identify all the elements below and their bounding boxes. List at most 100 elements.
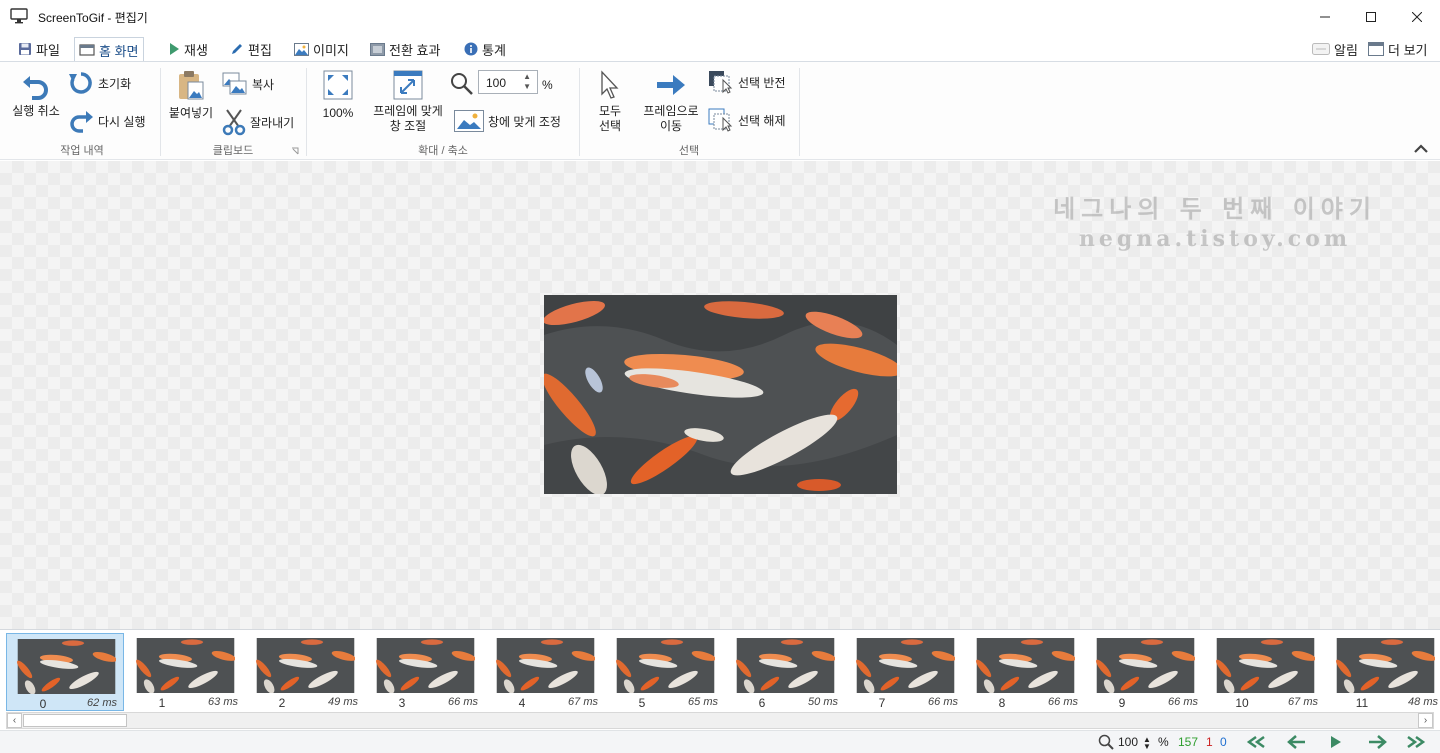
frame-delay: 67 ms <box>1288 696 1318 708</box>
more-button[interactable]: 더 보기 <box>1364 37 1432 61</box>
goto-frame-label-2: 이동 <box>659 119 683 133</box>
frame-item[interactable]: 6 50 ms <box>726 633 844 711</box>
frame-item[interactable]: 5 65 ms <box>606 633 724 711</box>
cursor-icon <box>601 70 619 99</box>
monitor-icon <box>10 8 28 24</box>
frame-item[interactable]: 10 67 ms <box>1206 633 1324 711</box>
reset-icon <box>69 72 92 94</box>
frame-item[interactable]: 7 66 ms <box>846 633 964 711</box>
tab-image[interactable]: 이미지 <box>290 37 353 61</box>
frame-thumbnail-image <box>256 638 355 693</box>
tab-play[interactable]: 재생 <box>164 37 212 61</box>
fit-window-label: 창에 맞게 조정 <box>488 114 561 129</box>
first-frame-icon[interactable] <box>1245 735 1267 749</box>
frame-item[interactable]: 2 49 ms <box>246 633 364 711</box>
frame-delay: 63 ms <box>208 696 238 708</box>
frame-item[interactable]: 0 62 ms <box>6 633 124 711</box>
frame-thumbnail <box>1096 638 1195 693</box>
frame-item[interactable]: 1 63 ms <box>126 633 244 711</box>
selected-count: 1 <box>1206 735 1213 749</box>
frame-item[interactable]: 3 66 ms <box>366 633 484 711</box>
tab-statistics[interactable]: 통계 <box>460 37 510 61</box>
reset-button[interactable]: 초기화 <box>68 70 131 96</box>
tab-file[interactable]: 파일 <box>14 37 64 61</box>
reset-label: 초기화 <box>98 76 132 91</box>
frame-thumbnail-image <box>1096 638 1195 693</box>
fit-image-icon <box>454 110 484 132</box>
frame-delay: 50 ms <box>808 696 838 708</box>
tab-image-label: 이미지 <box>313 42 349 58</box>
frame-delay: 62 ms <box>87 697 117 709</box>
undo-button[interactable]: 실행 취소 <box>6 70 66 119</box>
copy-button[interactable]: 복사 <box>222 72 274 96</box>
status-zoom-spinner[interactable]: ▲ ▼ <box>1143 736 1151 751</box>
select-all-button[interactable]: 모두 선택 <box>588 70 632 134</box>
goto-frame-button[interactable]: 프레임으로 이동 <box>636 70 706 134</box>
frame-delay: 66 ms <box>1168 696 1198 708</box>
frame-thumbnail-image <box>736 638 835 693</box>
zoom-spinner[interactable]: ▲ ▼ <box>523 72 531 92</box>
frame-thumbnail-image <box>136 638 235 693</box>
collapse-ribbon-icon[interactable] <box>1413 142 1429 154</box>
last-frame-icon[interactable] <box>1405 735 1427 749</box>
invert-selection-icon <box>709 71 733 94</box>
frame-thumbnail-image <box>1216 638 1315 693</box>
tab-edit[interactable]: 편집 <box>226 37 276 61</box>
frame-thumbnail <box>1336 638 1435 693</box>
tab-transitions[interactable]: 전환 효과 <box>366 37 444 61</box>
scroll-right-button[interactable]: › <box>1418 713 1433 728</box>
frame-thumbnail-image <box>376 638 475 693</box>
more-label: 더 보기 <box>1388 42 1428 58</box>
transition-icon <box>370 42 385 56</box>
pencil-icon <box>232 44 242 54</box>
notifications-button[interactable]: 알림 <box>1308 37 1362 61</box>
paste-button[interactable]: 붙여넣기 <box>163 70 219 121</box>
frame-thumbnail-image <box>976 638 1075 693</box>
frame-index: 3 <box>398 696 406 710</box>
minimize-button[interactable] <box>1302 0 1348 33</box>
invert-selection-button[interactable]: 선택 반전 <box>708 70 786 94</box>
frame-delay: 48 ms <box>1408 696 1438 708</box>
frame-thumbnail-image <box>17 639 116 694</box>
next-frame-icon[interactable] <box>1367 735 1387 749</box>
scroll-left-button[interactable]: ‹ <box>7 713 22 728</box>
frame-thumbnail <box>376 638 475 693</box>
arrow-right-icon <box>657 75 685 95</box>
previous-frame-icon[interactable] <box>1287 735 1307 749</box>
chevron-right-icon: › <box>1423 715 1428 726</box>
frame-list-scrollbar[interactable]: ‹ › <box>6 712 1434 729</box>
watermark-line-1: 네그나의 두 번째 이야기 <box>1053 194 1377 223</box>
zoom-100-button[interactable]: 100% <box>316 70 360 121</box>
deselect-button[interactable]: 선택 해제 <box>708 108 786 132</box>
status-zoom-value[interactable]: 100 <box>1118 735 1138 749</box>
fit-frame-button[interactable]: 프레임에 맞게 창 조절 <box>364 70 452 134</box>
home-icon <box>79 44 95 56</box>
scrollbar-thumb[interactable] <box>23 714 127 727</box>
deselect-icon <box>708 108 733 132</box>
cut-label: 잘라내기 <box>250 115 295 130</box>
redo-button[interactable]: 다시 실행 <box>68 108 146 134</box>
frame-item[interactable]: 8 66 ms <box>966 633 1084 711</box>
frame-index: 2 <box>278 696 286 710</box>
maximize-button[interactable] <box>1348 0 1394 33</box>
play-icon[interactable] <box>1329 735 1343 749</box>
close-button[interactable] <box>1394 0 1440 33</box>
fit-window-button[interactable]: 창에 맞게 조정 <box>454 110 561 132</box>
frame-index: 6 <box>758 696 766 710</box>
clipboard-group-label: 클립보드 <box>212 145 254 157</box>
dialog-launcher-icon[interactable] <box>291 147 299 155</box>
zoom-input[interactable]: 100 ▲ ▼ <box>478 70 538 94</box>
frame-thumbnail-image <box>496 638 595 693</box>
frame-canvas: 네그나의 두 번째 이야기 negna.tistoy.com <box>0 161 1440 629</box>
zoom-actual-icon <box>323 70 353 100</box>
cut-button[interactable]: 잘라내기 <box>222 108 294 136</box>
frame-item[interactable]: 4 67 ms <box>486 633 604 711</box>
tab-home[interactable]: 홈 화면 <box>74 37 144 62</box>
frame-item[interactable]: 11 48 ms <box>1326 633 1440 711</box>
frame-item[interactable]: 9 66 ms <box>1086 633 1204 711</box>
image-icon <box>294 42 309 56</box>
frame-delay: 66 ms <box>448 696 478 708</box>
frame-delay: 65 ms <box>688 696 718 708</box>
fit-window-icon <box>393 70 423 100</box>
frame-index: 10 <box>1235 696 1249 710</box>
